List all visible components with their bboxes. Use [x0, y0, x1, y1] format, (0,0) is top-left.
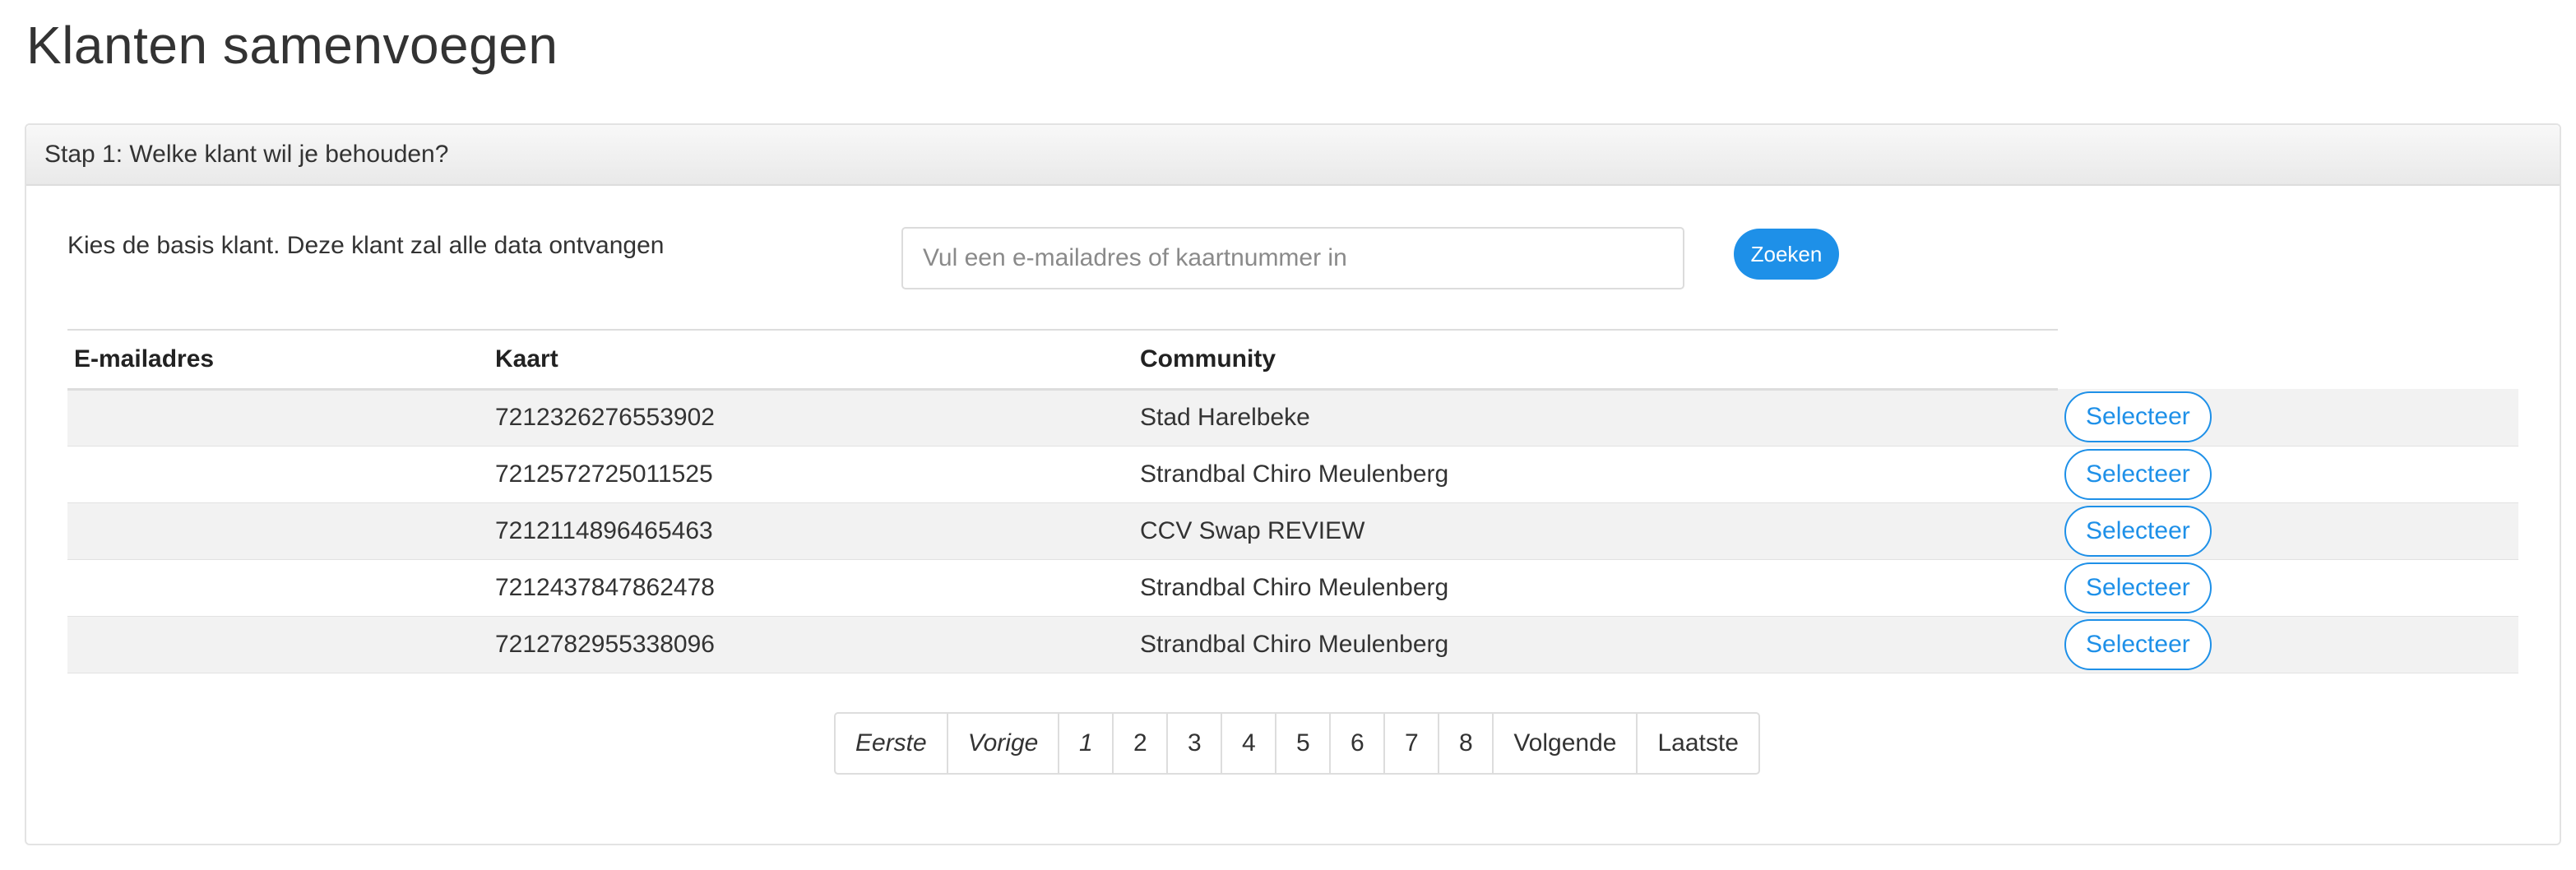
table-header-row: E-mailadres Kaart Community	[67, 329, 2518, 391]
cell-email	[67, 389, 489, 447]
cell-email	[67, 502, 489, 560]
pagination-last[interactable]: Laatste	[1636, 714, 1758, 773]
cell-community: Strandbal Chiro Meulenberg	[1133, 616, 2058, 673]
page-title: Klanten samenvoegen	[26, 16, 558, 75]
cell-action: Selecteer	[2058, 389, 2518, 447]
instruction-text: Kies de basis klant. Deze klant zal alle…	[67, 232, 665, 259]
search-button[interactable]: Zoeken	[1734, 229, 1839, 280]
cell-community: CCV Swap REVIEW	[1133, 502, 2058, 560]
customer-table: E-mailadres Kaart Community 721232627655…	[67, 329, 2518, 673]
pagination-previous[interactable]: Vorige	[946, 714, 1059, 773]
select-button[interactable]: Selecteer	[2064, 562, 2212, 613]
cell-email	[67, 446, 489, 503]
pagination: Eerste Vorige 1 2 3 4 5 6 7 8 Volgende L…	[834, 712, 1760, 775]
cell-action: Selecteer	[2058, 446, 2518, 503]
select-button[interactable]: Selecteer	[2064, 391, 2212, 443]
step1-panel: Stap 1: Welke klant wil je behouden? Kie…	[25, 123, 2561, 845]
table-row: 7212572725011525 Strandbal Chiro Meulenb…	[67, 446, 2518, 503]
column-header-community: Community	[1133, 329, 2058, 391]
pagination-page[interactable]: 3	[1166, 714, 1221, 773]
cell-community: Strandbal Chiro Meulenberg	[1133, 559, 2058, 617]
cell-card: 7212782955338096	[489, 616, 1133, 673]
pagination-page[interactable]: 6	[1329, 714, 1383, 773]
panel-header: Stap 1: Welke klant wil je behouden?	[26, 125, 2560, 186]
table-row: 7212437847862478 Strandbal Chiro Meulenb…	[67, 559, 2518, 617]
column-header-action	[2058, 330, 2518, 389]
cell-action: Selecteer	[2058, 502, 2518, 560]
pagination-page[interactable]: 4	[1221, 714, 1275, 773]
cell-action: Selecteer	[2058, 616, 2518, 673]
pagination-first[interactable]: Eerste	[836, 714, 947, 773]
cell-card: 7212326276553902	[489, 389, 1133, 447]
cell-card: 7212437847862478	[489, 559, 1133, 617]
pagination-page[interactable]: 5	[1275, 714, 1329, 773]
cell-card: 7212114896465463	[489, 502, 1133, 560]
select-button[interactable]: Selecteer	[2064, 618, 2212, 670]
pagination-page-current[interactable]: 1	[1058, 714, 1112, 773]
pagination-next[interactable]: Volgende	[1492, 714, 1636, 773]
search-input[interactable]	[901, 227, 1684, 289]
pagination-page[interactable]: 7	[1383, 714, 1438, 773]
cell-card: 7212572725011525	[489, 446, 1133, 503]
cell-action: Selecteer	[2058, 559, 2518, 617]
select-button[interactable]: Selecteer	[2064, 505, 2212, 557]
column-header-email: E-mailadres	[67, 329, 489, 391]
cell-community: Stad Harelbeke	[1133, 389, 2058, 447]
select-button[interactable]: Selecteer	[2064, 448, 2212, 500]
cell-email	[67, 616, 489, 673]
column-header-card: Kaart	[489, 329, 1133, 391]
pagination-page[interactable]: 2	[1112, 714, 1166, 773]
cell-community: Strandbal Chiro Meulenberg	[1133, 446, 2058, 503]
table-row: 7212114896465463 CCV Swap REVIEW Selecte…	[67, 502, 2518, 560]
table-row: 7212326276553902 Stad Harelbeke Selectee…	[67, 389, 2518, 447]
pagination-page[interactable]: 8	[1438, 714, 1492, 773]
cell-email	[67, 559, 489, 617]
table-row: 7212782955338096 Strandbal Chiro Meulenb…	[67, 616, 2518, 673]
